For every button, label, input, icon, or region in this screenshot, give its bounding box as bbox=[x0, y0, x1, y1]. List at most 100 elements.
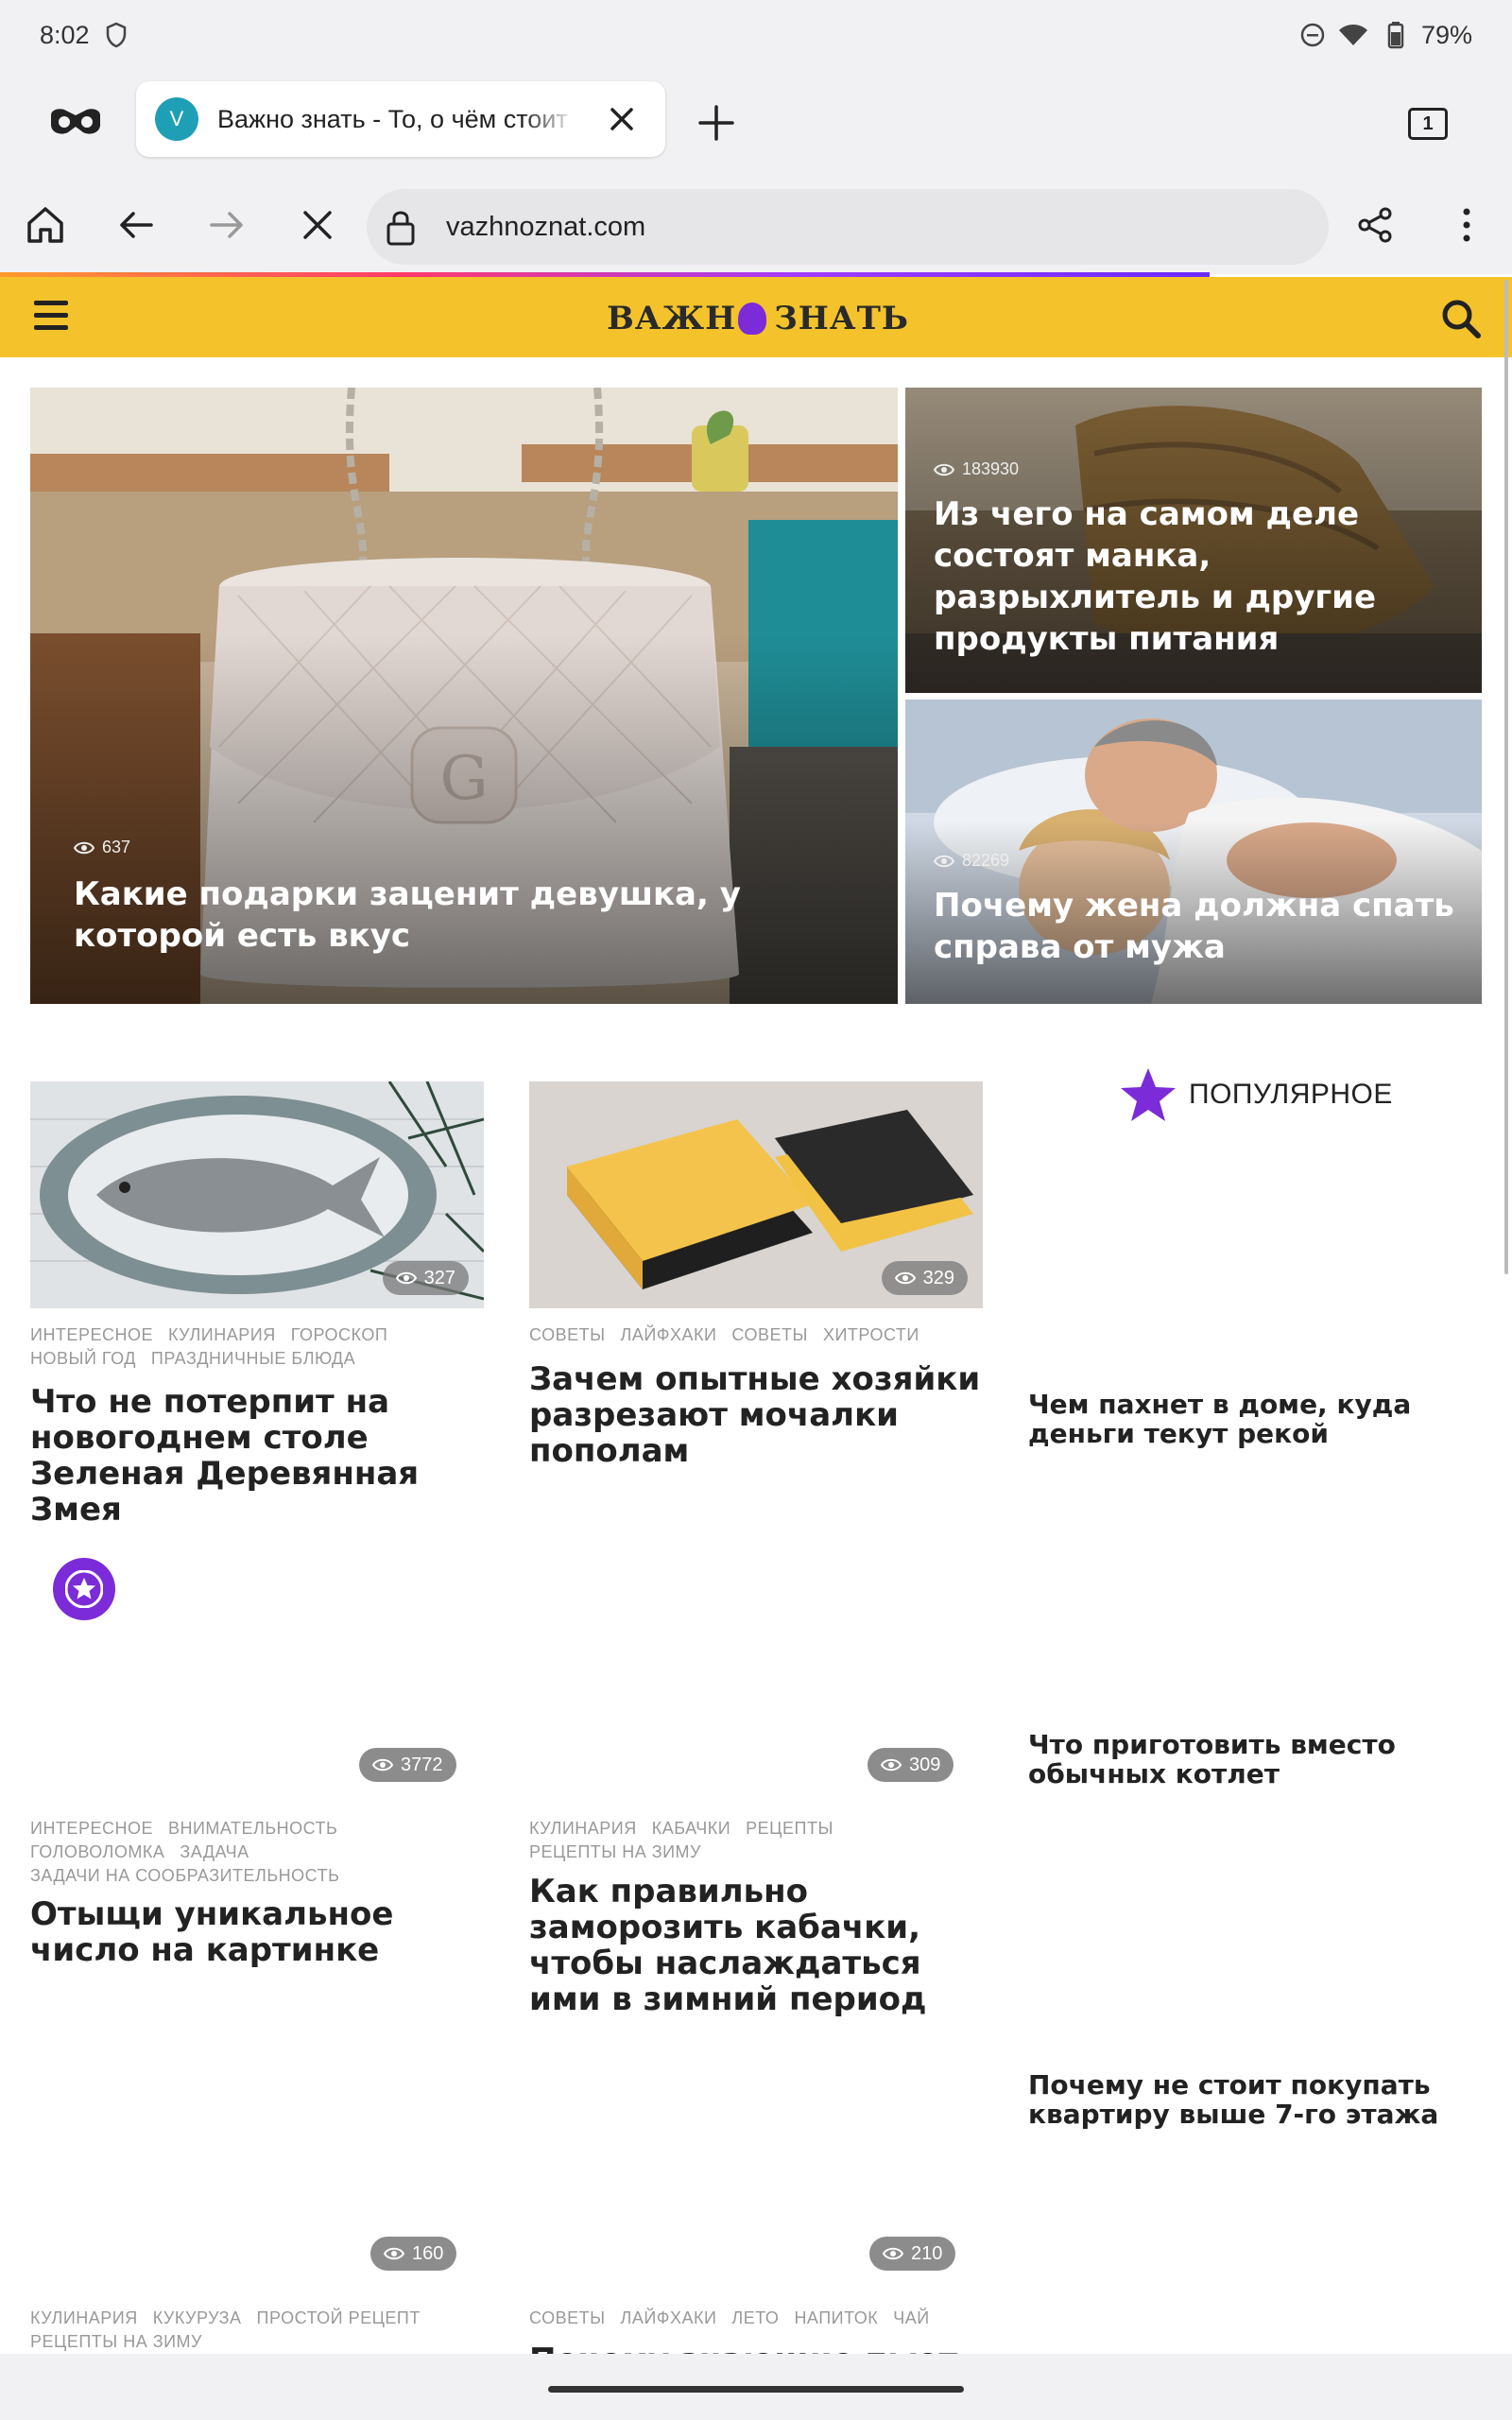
site-logo[interactable]: ВАЖН ЗНАТЬ bbox=[607, 298, 909, 339]
card-title[interactable]: Зачем опытные хозяйки разрезают мочалки … bbox=[529, 1361, 992, 1469]
tag-link[interactable]: КУЛИНАРИЯ bbox=[168, 1325, 276, 1344]
incognito-icon[interactable] bbox=[49, 106, 102, 138]
card-title[interactable]: Отыщи уникальное число на картинке bbox=[30, 1896, 484, 1968]
card-tags: КУЛИНАРИЯ КУКУРУЗА ПРОСТОЙ РЕЦЕПТ РЕЦЕПТЫ Н… bbox=[30, 2307, 484, 2354]
tag-link[interactable]: ЛАЙФХАКИ bbox=[621, 1325, 717, 1344]
new-tab-icon[interactable] bbox=[697, 104, 735, 142]
menu-icon[interactable] bbox=[34, 301, 68, 331]
card-thumbnail[interactable]: 327 bbox=[30, 1081, 484, 1308]
popular-label: ПОПУЛЯРНОЕ bbox=[1189, 1079, 1393, 1110]
views-count: 183930 bbox=[962, 459, 1020, 478]
eye-icon bbox=[372, 1758, 393, 1772]
forward-arrow-icon[interactable] bbox=[206, 204, 248, 246]
hero-bottom-right-title[interactable]: Почему жена должна спать справа от мужа bbox=[934, 885, 1463, 968]
stop-loading-icon[interactable] bbox=[297, 204, 338, 246]
tag-link[interactable]: ПРОСТОЙ РЕЦЕПТ bbox=[257, 2308, 421, 2327]
popular-item[interactable]: Почему не стоит покупать квартиру выше 7… bbox=[1028, 2070, 1463, 2129]
scrollbar[interactable] bbox=[1504, 280, 1508, 1274]
tag-link[interactable]: КУЛИНАРИЯ bbox=[529, 1819, 637, 1838]
views-count: 637 bbox=[102, 838, 131, 856]
eye-icon bbox=[384, 2247, 404, 2260]
tag-link[interactable]: ИНТЕРЕСНОЕ bbox=[30, 1819, 153, 1838]
tag-link[interactable]: ВНИМАТЕЛЬНОСТЬ bbox=[168, 1819, 337, 1838]
wifi-icon bbox=[1338, 25, 1367, 45]
eye-icon bbox=[894, 1271, 916, 1285]
search-icon[interactable] bbox=[1440, 298, 1482, 339]
popular-item[interactable]: Что приготовить вместо обычных котлет bbox=[1028, 1730, 1463, 1789]
site-header: ВАЖН ЗНАТЬ bbox=[0, 277, 1512, 357]
home-icon[interactable] bbox=[25, 204, 66, 246]
favorite-button[interactable] bbox=[53, 1558, 115, 1620]
tag-link[interactable]: ЗАДАЧИ НА СООБРАЗИТЕЛЬНОСТЬ bbox=[30, 1866, 339, 1885]
card-title[interactable]: Что не потерпит на новогоднем столе Зеле… bbox=[30, 1384, 484, 1528]
url-text[interactable]: vazhnoznat.com bbox=[446, 212, 645, 243]
tag-link[interactable]: ЗАДАЧА bbox=[180, 1842, 249, 1861]
browser-tab[interactable]: V Важно знать - То, о чём стоит знать bbox=[136, 81, 665, 157]
shield-icon bbox=[106, 22, 126, 48]
hero-main-card[interactable]: G 637 Какие подарки заценит девушка, у к… bbox=[30, 388, 898, 1004]
views-count: 309 bbox=[909, 1754, 941, 1775]
views-count: 160 bbox=[412, 2242, 444, 2264]
views-count: 210 bbox=[911, 2242, 943, 2264]
eye-icon bbox=[74, 841, 94, 854]
eye-icon bbox=[934, 855, 954, 867]
hero-top-right-title[interactable]: Из чего на самом деле состоят манка, раз… bbox=[934, 493, 1463, 660]
back-arrow-icon[interactable] bbox=[115, 204, 157, 246]
tag-link[interactable]: ГОЛОВОЛОМКА bbox=[30, 1842, 164, 1861]
tag-link[interactable]: РЕЦЕПТЫ bbox=[746, 1819, 833, 1838]
tag-link[interactable]: ЛЕТО bbox=[731, 2308, 779, 2327]
logo-right-text: ЗНАТЬ bbox=[774, 300, 909, 337]
eye-icon bbox=[883, 2247, 903, 2260]
card-tags: ИНТЕРЕСНОЕ ВНИМАТЕЛЬНОСТЬ ГОЛОВОЛОМКА ЗАДАЧ… bbox=[30, 1817, 484, 1888]
tag-link[interactable]: НОВЫЙ ГОД bbox=[30, 1349, 136, 1368]
tag-link[interactable]: СОВЕТЫ bbox=[529, 1325, 606, 1344]
views-badge: 3772 bbox=[359, 1748, 456, 1782]
browser-toolbar: vazhnoznat.com bbox=[0, 174, 1512, 274]
popular-item[interactable]: Чем пахнет в доме, куда деньги текут рек… bbox=[1028, 1390, 1463, 1448]
views-count: 82269 bbox=[962, 851, 1010, 870]
tag-link[interactable]: ЧАЙ bbox=[893, 2308, 929, 2327]
tag-link[interactable]: ЛАЙФХАКИ bbox=[621, 2308, 717, 2327]
tag-link[interactable]: ГОРОСКОП bbox=[291, 1325, 388, 1344]
tag-link[interactable]: КУЛИНАРИЯ bbox=[30, 2308, 138, 2327]
tag-link[interactable]: РЕЦЕПТЫ НА ЗИМУ bbox=[529, 1842, 701, 1861]
tag-link[interactable]: СОВЕТЫ bbox=[529, 2308, 606, 2327]
hero-main-views: 637 bbox=[74, 838, 130, 857]
tag-link[interactable]: СОВЕТЫ bbox=[731, 1325, 808, 1344]
logo-o-mark bbox=[738, 302, 767, 335]
gesture-handle[interactable] bbox=[548, 2386, 964, 2393]
hero-top-right-views: 183930 bbox=[934, 459, 1019, 479]
more-menu-icon[interactable] bbox=[1446, 204, 1487, 246]
views-badge: 329 bbox=[881, 1261, 968, 1295]
views-badge: 327 bbox=[382, 1261, 469, 1295]
card-thumbnail[interactable]: 329 bbox=[529, 1081, 983, 1308]
battery-icon bbox=[1387, 22, 1404, 49]
tag-link[interactable]: КУКУРУЗА bbox=[153, 2308, 242, 2327]
hero-top-right-card[interactable]: 183930 Из чего на самом деле состоят ман… bbox=[905, 388, 1482, 693]
card-tags: СОВЕТЫ ЛАЙФХАКИ СОВЕТЫ ХИТРОСТИ bbox=[529, 1323, 983, 1347]
status-time: 8:02 bbox=[40, 20, 90, 49]
share-icon[interactable] bbox=[1355, 204, 1397, 246]
card-title[interactable]: Как правильно заморозить кабачки, чтобы … bbox=[529, 1874, 983, 2017]
tab-switcher-button[interactable]: 1 bbox=[1408, 108, 1448, 140]
do-not-disturb-icon bbox=[1300, 23, 1325, 47]
views-badge: 160 bbox=[370, 2237, 457, 2271]
battery-level: 79% bbox=[1420, 20, 1472, 49]
star-icon bbox=[1121, 1068, 1176, 1121]
tab-favicon: V bbox=[155, 97, 198, 141]
hero-bottom-right-views: 82269 bbox=[934, 851, 1009, 871]
hero-main-title[interactable]: Какие подарки заценит девушка, у которой… bbox=[74, 873, 792, 957]
tag-link[interactable]: ИНТЕРЕСНОЕ bbox=[30, 1325, 153, 1344]
tag-link[interactable]: ПРАЗДНИЧНЫЕ БЛЮДА bbox=[151, 1349, 355, 1368]
hero-bottom-right-card[interactable]: 82269 Почему жена должна спать справа от… bbox=[905, 700, 1482, 1004]
tag-link[interactable]: КАБАЧКИ bbox=[652, 1819, 730, 1838]
address-bar[interactable]: vazhnoznat.com bbox=[367, 189, 1329, 265]
tab-title: Важно знать - То, о чём стоит знать bbox=[217, 104, 576, 133]
views-badge: 309 bbox=[868, 1748, 954, 1782]
lock-icon[interactable] bbox=[386, 208, 416, 246]
close-tab-icon[interactable] bbox=[605, 102, 639, 136]
tag-link[interactable]: ХИТРОСТИ bbox=[823, 1325, 919, 1344]
card-tags: ИНТЕРЕСНОЕ КУЛИНАРИЯ ГОРОСКОП НОВЫЙ ГОД ПРАЗ… bbox=[30, 1323, 484, 1371]
tag-link[interactable]: НАПИТОК bbox=[794, 2308, 878, 2327]
tag-link[interactable]: РЕЦЕПТЫ НА ЗИМУ bbox=[30, 2332, 202, 2351]
